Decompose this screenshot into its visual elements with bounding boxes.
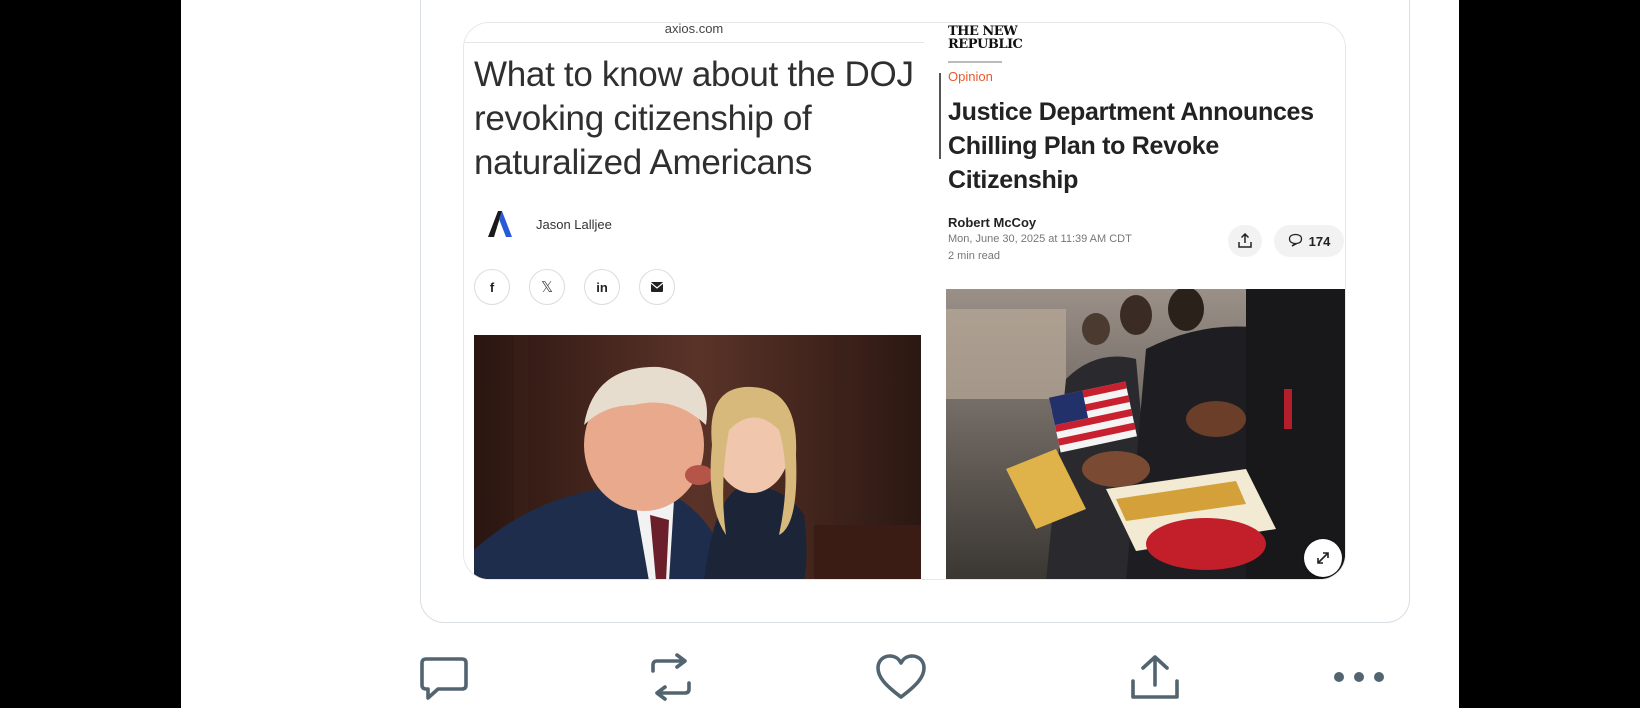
expand-icon[interactable] xyxy=(1304,539,1342,577)
letterbox-left xyxy=(0,0,181,708)
tnr-vertical-rule xyxy=(939,73,941,159)
tnr-share-icon[interactable] xyxy=(1228,225,1262,257)
tnr-headline: Justice Department Announces Chilling Pl… xyxy=(948,98,1314,194)
facebook-icon[interactable]: f xyxy=(474,269,510,305)
tnr-kicker: Opinion xyxy=(948,69,993,84)
axios-url-bar: axios.com xyxy=(464,23,924,43)
facebook-glyph: f xyxy=(489,279,495,295)
tnr-logo-divider xyxy=(948,61,1002,63)
axios-author: Jason Lalljee xyxy=(536,217,612,232)
axios-share-row: f 𝕏 in xyxy=(474,269,684,309)
axios-logo-icon xyxy=(484,209,516,239)
tnr-photo xyxy=(946,289,1345,579)
comment-count: 174 xyxy=(1308,233,1331,249)
reply-icon[interactable] xyxy=(416,651,472,703)
letterbox-right xyxy=(1459,0,1640,708)
x-icon[interactable]: 𝕏 xyxy=(529,269,565,305)
tnr-author: Robert McCoy xyxy=(948,215,1037,230)
email-icon[interactable] xyxy=(639,269,675,305)
tnr-comments-button[interactable]: 174 xyxy=(1274,225,1344,257)
article-composite-image[interactable]: axios.com What to know about the DOJ rev… xyxy=(463,22,1346,580)
tnr-logo: THE NEW REPUBLIC xyxy=(948,25,1048,51)
tnr-logo-line2: REPUBLIC xyxy=(948,37,1023,52)
like-icon[interactable] xyxy=(873,651,929,703)
linkedin-icon[interactable]: in xyxy=(584,269,620,305)
share-icon[interactable] xyxy=(1127,651,1183,703)
tnr-date: Mon, June 30, 2025 at 11:39 AM CDT xyxy=(948,233,1132,245)
tweet-content-area: axios.com What to know about the DOJ rev… xyxy=(181,0,1459,708)
more-icon[interactable] xyxy=(1330,651,1388,703)
axios-domain: axios.com xyxy=(664,22,724,36)
linkedin-glyph: in xyxy=(596,279,608,295)
tnr-read-time: 2 min read xyxy=(948,250,1000,262)
retweet-icon[interactable] xyxy=(643,651,699,703)
axios-photo xyxy=(474,335,921,579)
x-glyph: 𝕏 xyxy=(540,279,554,296)
comment-bubble-icon xyxy=(1288,233,1303,250)
axios-headline: What to know about the DOJ revoking citi… xyxy=(474,55,914,182)
